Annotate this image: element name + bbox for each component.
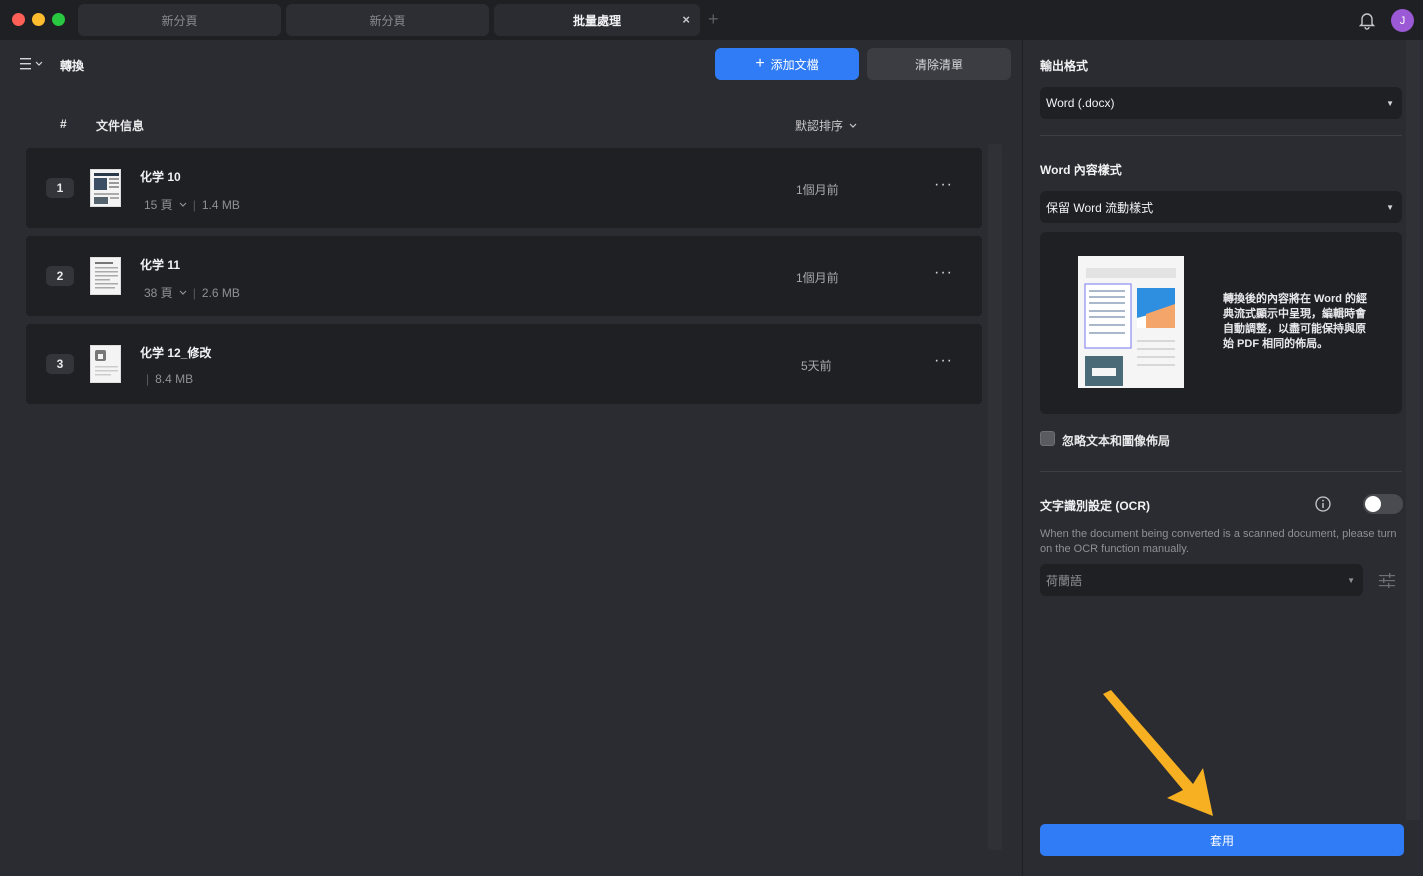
tab-new-2[interactable]: 新分頁: [286, 4, 489, 36]
add-document-label: 添加文檔: [770, 57, 819, 72]
divider: [1040, 135, 1402, 136]
settings-scrollbar[interactable]: [1406, 40, 1420, 820]
file-name: 化学 10: [140, 170, 181, 184]
file-name: 化学 12_修改: [140, 346, 212, 360]
tab-close-icon[interactable]: ×: [682, 12, 690, 27]
content-style-value: 保留 Word 流動樣式: [1046, 200, 1154, 215]
menu-icon[interactable]: [18, 57, 46, 71]
document-thumbnail: [90, 169, 121, 207]
list-scrollbar[interactable]: [988, 144, 1002, 850]
meta-divider: |: [192, 197, 196, 212]
table-row[interactable]: 1 化学 10 15 頁 | 1.4 MB 1個月前 ···: [26, 148, 982, 228]
more-options-icon[interactable]: ···: [934, 352, 953, 370]
new-tab-icon[interactable]: +: [708, 9, 719, 29]
annotation-arrow-icon: [1103, 690, 1213, 816]
caret-down-icon: ▼: [1347, 576, 1355, 585]
apply-label: 套用: [1209, 833, 1234, 848]
avatar-initial: J: [1399, 14, 1406, 27]
ocr-language-value: 荷蘭語: [1046, 573, 1083, 588]
sort-label: 默認排序: [795, 119, 844, 133]
ignore-layout-label[interactable]: 忽略文本和圖像佈局: [1062, 432, 1170, 449]
tab-label: 新分頁: [161, 13, 198, 28]
chevron-down-icon[interactable]: [179, 290, 187, 296]
file-meta: | 8.4 MB: [146, 372, 193, 386]
content-style-select[interactable]: 保留 Word 流動樣式 ▼: [1040, 191, 1402, 223]
tab-batch-process[interactable]: 批量處理 ×: [494, 4, 700, 36]
meta-divider: |: [192, 285, 196, 300]
document-thumbnail: [90, 257, 121, 295]
file-size: 1.4 MB: [201, 197, 240, 212]
file-meta: 15 頁 | 1.4 MB: [144, 196, 240, 213]
modified-time: 1個月前: [796, 271, 839, 285]
more-options-icon[interactable]: ···: [934, 176, 953, 194]
avatar[interactable]: J: [1391, 9, 1414, 32]
clear-list-button[interactable]: 清除清單: [867, 48, 1011, 80]
style-preview: 轉換後的內容將在 Word 的經典流式顯示中呈現，編輯時會自動調整，以盡可能保持…: [1040, 232, 1402, 414]
file-name: 化学 11: [140, 258, 181, 272]
meta-divider: |: [146, 372, 150, 386]
plus-icon: +: [755, 55, 765, 72]
ocr-description: When the document being converted is a s…: [1040, 528, 1397, 555]
row-number: 2: [46, 266, 74, 286]
output-format-label: 輸出格式: [1040, 59, 1089, 73]
more-options-icon[interactable]: ···: [934, 264, 953, 282]
column-header-file-info: 文件信息: [96, 119, 145, 133]
modified-time: 1個月前: [796, 183, 839, 197]
toggle-knob: [1365, 496, 1381, 512]
output-format-select[interactable]: Word (.docx) ▼: [1040, 87, 1402, 119]
notification-bell-icon[interactable]: [1357, 10, 1377, 30]
column-header-number: #: [60, 117, 67, 131]
row-number: 3: [46, 354, 74, 374]
locked-document-icon: [90, 345, 121, 383]
apply-button[interactable]: 套用: [1040, 824, 1404, 856]
tab-label: 新分頁: [369, 13, 406, 28]
minimize-window-button[interactable]: [32, 13, 45, 26]
style-description: 轉換後的內容將在 Word 的經典流式顯示中呈現，編輯時會自動調整，以盡可能保持…: [1223, 293, 1368, 350]
page-count[interactable]: 38 頁: [144, 284, 173, 301]
modified-time: 5天前: [801, 359, 832, 373]
title-bar: 新分頁 新分頁 批量處理 × + J: [0, 0, 1423, 40]
caret-down-icon: ▼: [1386, 99, 1394, 108]
page-count[interactable]: 15 頁: [144, 196, 173, 213]
tab-new-1[interactable]: 新分頁: [78, 4, 281, 36]
file-list-panel: 轉換 + 添加文檔 清除清單 # 文件信息 默認排序 1 化学 10 15 頁 …: [0, 40, 1022, 876]
output-format-value: Word (.docx): [1046, 96, 1115, 110]
chevron-down-icon[interactable]: [179, 202, 187, 208]
document-layout-illustration: [1078, 256, 1184, 388]
row-number: 1: [46, 178, 74, 198]
ocr-settings-label: 文字識別設定 (OCR): [1040, 499, 1150, 513]
chevron-down-icon: [849, 123, 857, 128]
info-icon[interactable]: [1314, 495, 1332, 513]
settings-sliders-icon[interactable]: [1378, 572, 1396, 588]
table-row[interactable]: 2 化学 11 38 頁 | 2.6 MB 1個月前 ···: [26, 236, 982, 316]
table-row[interactable]: 3 化学 12_修改 | 8.4 MB 5天前 ···: [26, 324, 982, 404]
ocr-language-select[interactable]: 荷蘭語 ▼: [1040, 564, 1363, 596]
content-style-label: Word 內容樣式: [1040, 163, 1122, 177]
file-size: 2.6 MB: [201, 285, 240, 300]
sort-dropdown[interactable]: 默認排序: [795, 117, 857, 134]
close-window-button[interactable]: [12, 13, 25, 26]
caret-down-icon: ▼: [1386, 203, 1394, 212]
divider: [1040, 471, 1402, 472]
file-meta: 38 頁 | 2.6 MB: [144, 284, 240, 301]
maximize-window-button[interactable]: [52, 13, 65, 26]
ocr-toggle[interactable]: [1363, 494, 1403, 514]
conversion-settings-panel: 輸出格式 Word (.docx) ▼ Word 內容樣式 保留 Word 流動…: [1022, 40, 1423, 876]
add-document-button[interactable]: + 添加文檔: [715, 48, 859, 80]
file-size: 8.4 MB: [155, 372, 194, 386]
clear-list-label: 清除清單: [914, 57, 963, 72]
page-title: 轉換: [60, 59, 85, 73]
tab-label: 批量處理: [572, 13, 621, 28]
ignore-layout-checkbox[interactable]: [1040, 431, 1055, 446]
